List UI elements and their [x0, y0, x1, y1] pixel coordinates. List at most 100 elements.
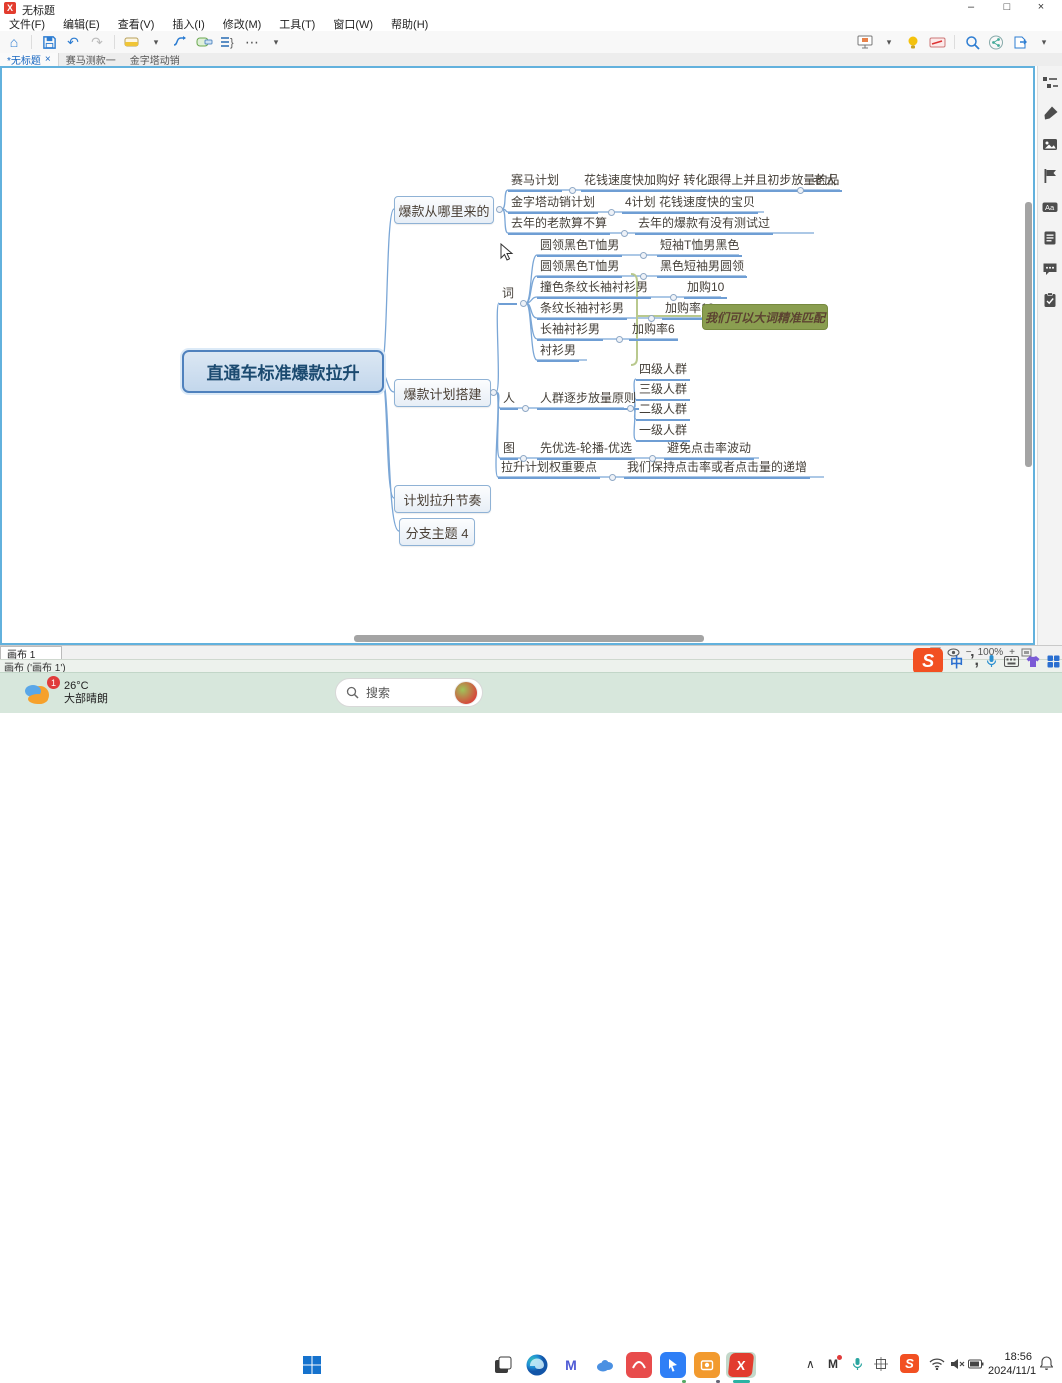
tray-sogou-icon[interactable]: S: [900, 1354, 919, 1373]
tray-mic-icon[interactable]: [852, 1357, 863, 1371]
topic-word-r4a[interactable]: 条纹长袖衬衫男: [537, 301, 627, 320]
topic-weight-note[interactable]: 我们保持点击率或者点击量的递增: [624, 460, 810, 479]
export-dropdown[interactable]: ▾: [1034, 32, 1054, 52]
save-button[interactable]: [39, 32, 59, 52]
collapse-handle[interactable]: [648, 315, 655, 322]
topic-word-r1a[interactable]: 圆领黑色T恤男: [537, 238, 622, 257]
boundary-button[interactable]: [194, 32, 214, 52]
mindmap-canvas[interactable]: 直通车标准爆款拉升 爆款从哪里来的 爆款计划搭建 计划拉升节奏 分支主题 4 赛…: [0, 66, 1035, 645]
undo-button[interactable]: ↶: [63, 32, 83, 52]
presentation-button[interactable]: [855, 32, 875, 52]
horizontal-scrollbar[interactable]: [354, 635, 704, 642]
tray-wifi-icon[interactable]: [929, 1358, 945, 1370]
collapse-handle[interactable]: [569, 187, 576, 194]
menu-modify[interactable]: 修改(M): [214, 16, 271, 32]
ime-punctuation-icon[interactable]: ’,: [970, 652, 979, 670]
topic-group-1[interactable]: 一级人群: [636, 423, 690, 442]
tray-mindmaster-icon[interactable]: M: [828, 1357, 838, 1371]
topic-group-3[interactable]: 三级人群: [636, 382, 690, 401]
branch-topic-where-from[interactable]: 爆款从哪里来的: [394, 196, 494, 224]
topic-pyramid-plan[interactable]: 金字塔动销计划: [508, 195, 598, 214]
clock-widget[interactable]: 18:56 2024/11/1: [988, 1350, 1032, 1378]
topic-laoda[interactable]: 老大: [810, 173, 840, 192]
topic-word-r6a[interactable]: 衬衫男: [537, 343, 579, 362]
menu-window[interactable]: 窗口(W): [324, 16, 382, 32]
image-icon[interactable]: [1041, 136, 1059, 154]
outline-structure-icon[interactable]: [1041, 74, 1059, 92]
collapse-handle[interactable]: [649, 455, 656, 462]
topic-word-r1b[interactable]: 短袖T恤男黑色: [657, 238, 742, 257]
orange-app-button[interactable]: [694, 1352, 720, 1378]
idea-button[interactable]: [903, 32, 923, 52]
xmind-app-button[interactable]: X: [726, 1352, 756, 1378]
edge-browser-button[interactable]: [524, 1352, 550, 1378]
topic-pyramid-detail[interactable]: 4计划 花钱速度快的宝贝: [622, 195, 758, 214]
collapse-handle[interactable]: [609, 474, 616, 481]
topic-people[interactable]: 人: [500, 391, 518, 410]
tray-expand-icon[interactable]: ∧: [806, 1357, 815, 1371]
ime-toolbox-icon[interactable]: [1047, 655, 1060, 668]
topic-word-r5b[interactable]: 加购率6: [629, 322, 678, 341]
summary-callout[interactable]: 我们可以大词精准匹配: [702, 304, 828, 330]
sogou-logo-icon[interactable]: S: [913, 648, 943, 674]
topic-image-note[interactable]: 避免点击率波动: [664, 441, 754, 460]
topic-weight[interactable]: 拉升计划权重要点: [498, 460, 600, 479]
relationship-button[interactable]: [170, 32, 190, 52]
tray-snip-icon[interactable]: [874, 1357, 888, 1371]
menu-insert[interactable]: 插入(I): [163, 16, 213, 32]
mindmaster-button[interactable]: M: [558, 1352, 584, 1378]
menu-tools[interactable]: 工具(T): [270, 16, 324, 32]
notification-bell-icon[interactable]: [1040, 1356, 1053, 1371]
branch-topic-4[interactable]: 分支主题 4: [399, 518, 475, 546]
ime-chinese-mode-icon[interactable]: 中: [950, 652, 963, 671]
topic-people-principle[interactable]: 人群逐步放量原则: [537, 391, 639, 410]
topic-group-4[interactable]: 四级人群: [636, 362, 690, 381]
topic-word-r2b[interactable]: 黑色短袖男圆领: [657, 259, 747, 278]
topic-image-method[interactable]: 先优选-轮播-优选: [537, 441, 635, 460]
topic-word[interactable]: 词: [499, 286, 517, 305]
topic-word-r2a[interactable]: 圆领黑色T恤男: [537, 259, 622, 278]
branch-topic-plan-build[interactable]: 爆款计划搭建: [394, 379, 491, 407]
theme-button[interactable]: [122, 32, 142, 52]
vertical-scrollbar[interactable]: [1025, 202, 1032, 467]
export-button[interactable]: [1010, 32, 1030, 52]
task-view-button[interactable]: [490, 1352, 516, 1378]
topic-saima-plan[interactable]: 赛马计划: [508, 173, 562, 192]
central-topic[interactable]: 直通车标准爆款拉升: [182, 350, 384, 393]
branch-topic-rhythm[interactable]: 计划拉升节奏: [394, 485, 491, 513]
pointer-app-button[interactable]: [660, 1352, 686, 1378]
comment-icon[interactable]: [1041, 260, 1059, 278]
doc-tab-jinzita[interactable]: 金字塔动销: [123, 53, 187, 66]
menu-help[interactable]: 帮助(H): [382, 16, 437, 32]
start-button[interactable]: [299, 1352, 325, 1378]
collapse-handle[interactable]: [496, 206, 503, 213]
ime-skin-icon[interactable]: [1026, 655, 1040, 668]
close-button[interactable]: ×: [1026, 1, 1056, 13]
label-icon[interactable]: Aa: [1041, 198, 1059, 216]
share-button[interactable]: [986, 32, 1006, 52]
redo-button[interactable]: ↷: [87, 32, 107, 52]
home-button[interactable]: ⌂: [4, 32, 24, 52]
collapse-handle[interactable]: [621, 230, 628, 237]
menu-file[interactable]: 文件(F): [0, 16, 54, 32]
theme-dropdown[interactable]: ▾: [146, 32, 166, 52]
menu-edit[interactable]: 编辑(E): [54, 16, 109, 32]
collapse-handle[interactable]: [520, 300, 527, 307]
topic-lastyear[interactable]: 去年的老款算不算: [508, 216, 610, 235]
minimize-button[interactable]: –: [956, 1, 986, 13]
collapse-handle[interactable]: [670, 294, 677, 301]
tray-battery-icon[interactable]: [968, 1359, 984, 1369]
notes-icon[interactable]: [1041, 229, 1059, 247]
red-app-button[interactable]: [626, 1352, 652, 1378]
format-brush-icon[interactable]: [1041, 105, 1059, 123]
summary-button[interactable]: }: [218, 32, 238, 52]
topic-word-r3b[interactable]: 加购10: [684, 280, 727, 299]
collapse-handle[interactable]: [616, 336, 623, 343]
topic-group-2[interactable]: 二级人群: [636, 402, 690, 421]
presentation-dropdown[interactable]: ▾: [879, 32, 899, 52]
ime-mic-icon[interactable]: [986, 654, 997, 668]
taskbar-search[interactable]: 搜索: [335, 678, 483, 707]
collapse-handle[interactable]: [627, 405, 634, 412]
search-button[interactable]: [962, 32, 982, 52]
topic-image[interactable]: 图: [500, 441, 518, 460]
